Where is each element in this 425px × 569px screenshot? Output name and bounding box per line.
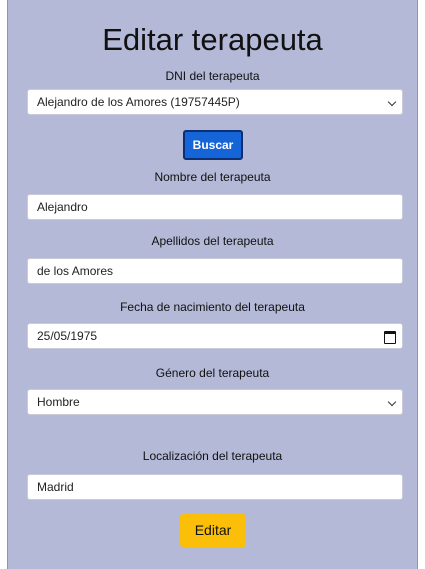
chevron-down-icon — [387, 97, 397, 107]
fecha-input[interactable]: 25/05/1975 — [27, 323, 403, 349]
apellidos-input-value: de los Amores — [37, 264, 114, 278]
nombre-input[interactable]: Alejandro — [27, 194, 403, 220]
fecha-label: Fecha de nacimiento del terapeuta — [120, 300, 305, 314]
localizacion-input-value: Madrid — [37, 480, 74, 494]
calendar-icon[interactable] — [384, 331, 396, 344]
nombre-label: Nombre del terapeuta — [154, 170, 271, 184]
fecha-input-value: 25/05/1975 — [37, 329, 98, 343]
page-title: Editar terapeuta — [102, 22, 323, 57]
apellidos-label: Apellidos del terapeuta — [151, 234, 274, 248]
genero-select-value: Hombre — [37, 395, 80, 409]
dni-select-value: Alejandro de los Amores (19757445P) — [37, 95, 240, 109]
genero-label: Género del terapeuta — [155, 366, 270, 380]
nombre-input-value: Alejandro — [37, 200, 88, 214]
buscar-button[interactable]: Buscar — [183, 130, 243, 160]
localizacion-label: Localización del terapeuta — [142, 449, 283, 463]
genero-select[interactable]: Hombre — [27, 389, 403, 415]
chevron-down-icon — [387, 397, 397, 407]
localizacion-input[interactable]: Madrid — [27, 474, 403, 500]
edit-therapist-form: Editar terapeuta DNI del terapeuta Aleja… — [7, 0, 418, 569]
dni-label: DNI del terapeuta — [165, 69, 260, 83]
dni-select[interactable]: Alejandro de los Amores (19757445P) — [27, 89, 403, 115]
apellidos-input[interactable]: de los Amores — [27, 258, 403, 284]
editar-button[interactable]: Editar — [180, 514, 246, 547]
